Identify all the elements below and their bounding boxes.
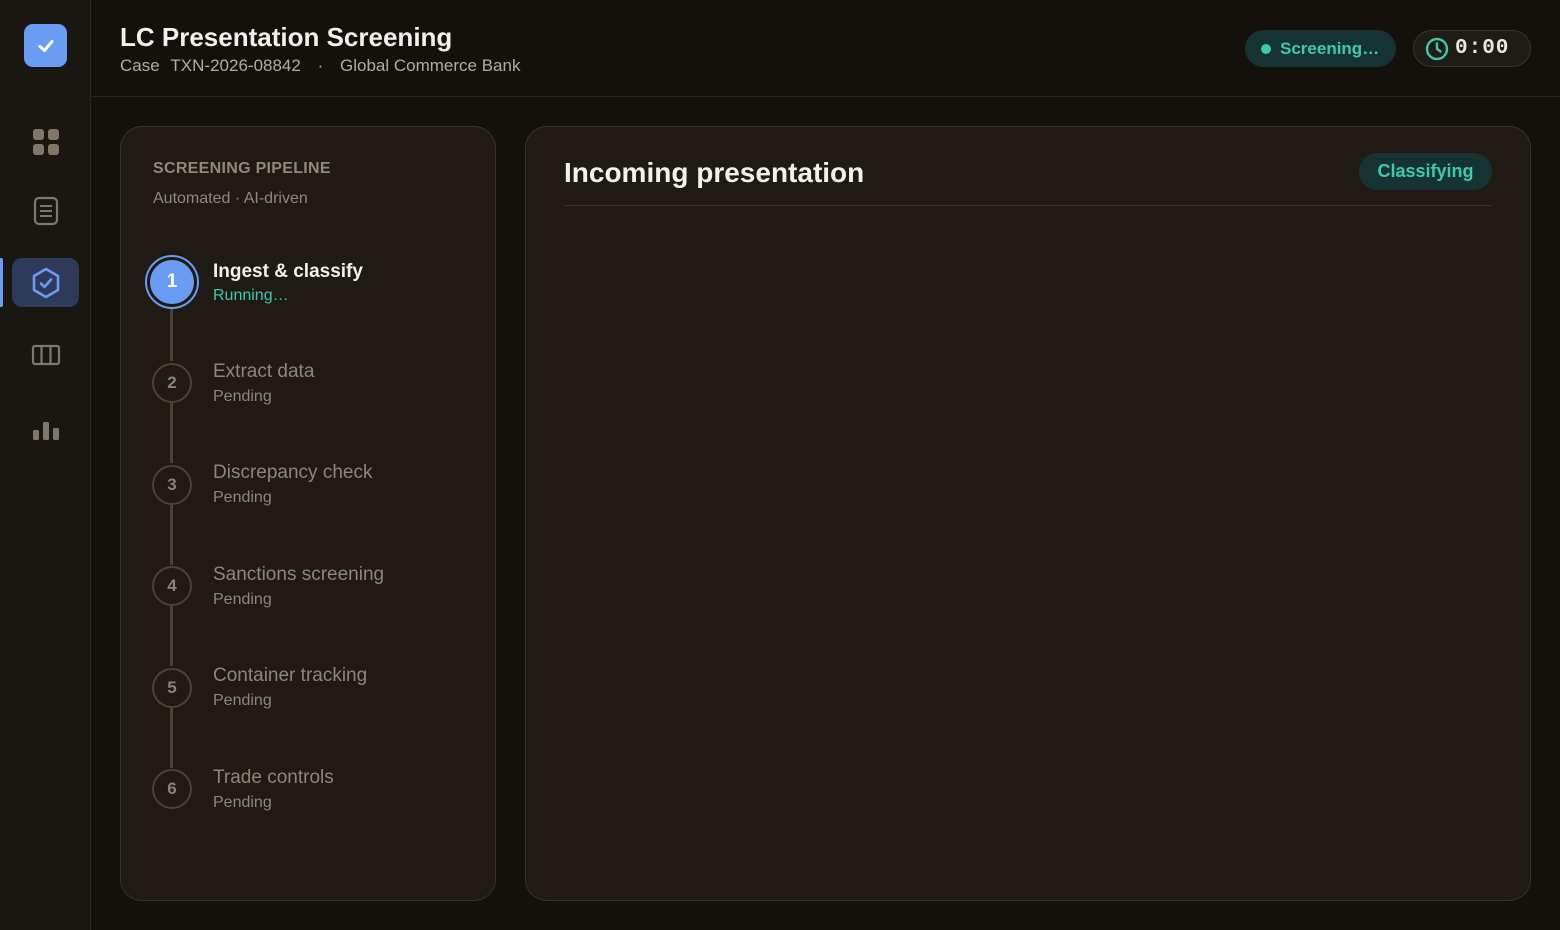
pipeline-title: SCREENING PIPELINE [153,160,331,177]
step-name: Sanctions screening [213,564,385,585]
step-name: Container tracking [213,665,368,686]
pipeline-step-container[interactable]: 5 Container tracking Pending [121,665,495,728]
step-status: Pending [213,489,272,506]
bank-name: Global Commerce Bank [339,56,521,75]
subtitle-separator: · [317,56,324,75]
clock-icon [1425,37,1449,60]
screening-pipeline-panel: SCREENING PIPELINE Automated · AI-driven… [120,126,496,901]
panel-title: Incoming presentation [564,157,865,188]
nav-item-dashboard[interactable] [12,117,79,166]
nav-item-documents[interactable] [12,186,79,235]
nav-rail [0,0,91,930]
step-name: Trade controls [213,767,334,788]
shield-check-icon [32,267,59,298]
nav-item-analytics[interactable] [12,406,79,455]
timer: 0:00 [1413,30,1531,67]
step-number: 1 [147,257,197,307]
case-id: TXN-2026-08842 [170,56,301,75]
nav-item-screening[interactable] [12,258,79,307]
dashboard-icon [32,128,59,155]
pipeline-step-trade-controls[interactable]: 6 Trade controls Pending [121,767,495,829]
status-dot-icon [1261,43,1271,54]
step-number: 4 [152,566,192,606]
incoming-presentation-panel: Incoming presentation Classifying [525,126,1531,901]
step-number: 2 [152,363,192,403]
check-icon [38,39,53,52]
app-logo[interactable] [24,24,67,67]
step-status: Running… [213,287,289,304]
step-name: Extract data [213,361,315,382]
columns-icon [31,344,60,365]
step-status: Pending [213,794,272,811]
status-text: Screening… [1280,38,1380,58]
step-status: Pending [213,388,272,405]
pipeline-step-sanctions[interactable]: 4 Sanctions screening Pending [121,564,495,626]
pipeline-step-ingest[interactable]: 1 Ingest & classify Running… [121,257,495,317]
step-number: 6 [152,769,192,809]
bar-chart-icon [32,421,59,440]
case-subtitle: Case TXN-2026-08842 · Global Commerce Ba… [120,56,520,76]
page-header: LC Presentation Screening Case TXN-2026-… [91,0,1560,97]
step-status: Pending [213,692,272,709]
step-name: Discrepancy check [213,462,373,483]
panel-divider [564,205,1492,206]
pipeline-subtitle: Automated · AI-driven [153,190,308,207]
step-name: Ingest & classify [213,261,363,282]
page-title: LC Presentation Screening [120,22,453,52]
nav-active-indicator [0,258,3,307]
step-status: Pending [213,591,272,608]
case-label: Case [120,56,160,75]
screening-status-badge: Screening… [1245,30,1396,67]
pipeline-step-discrepancy[interactable]: 3 Discrepancy check Pending [121,462,495,525]
step-number: 5 [152,668,192,708]
document-icon [33,196,58,225]
pipeline-step-extract[interactable]: 2 Extract data Pending [121,361,495,423]
timer-value: 0:00 [1455,37,1510,60]
app-root: LC Presentation Screening Case TXN-2026-… [0,0,1560,930]
classifying-badge: Classifying [1359,153,1492,190]
nav-item-columns[interactable] [12,330,79,379]
step-number: 3 [152,465,192,505]
